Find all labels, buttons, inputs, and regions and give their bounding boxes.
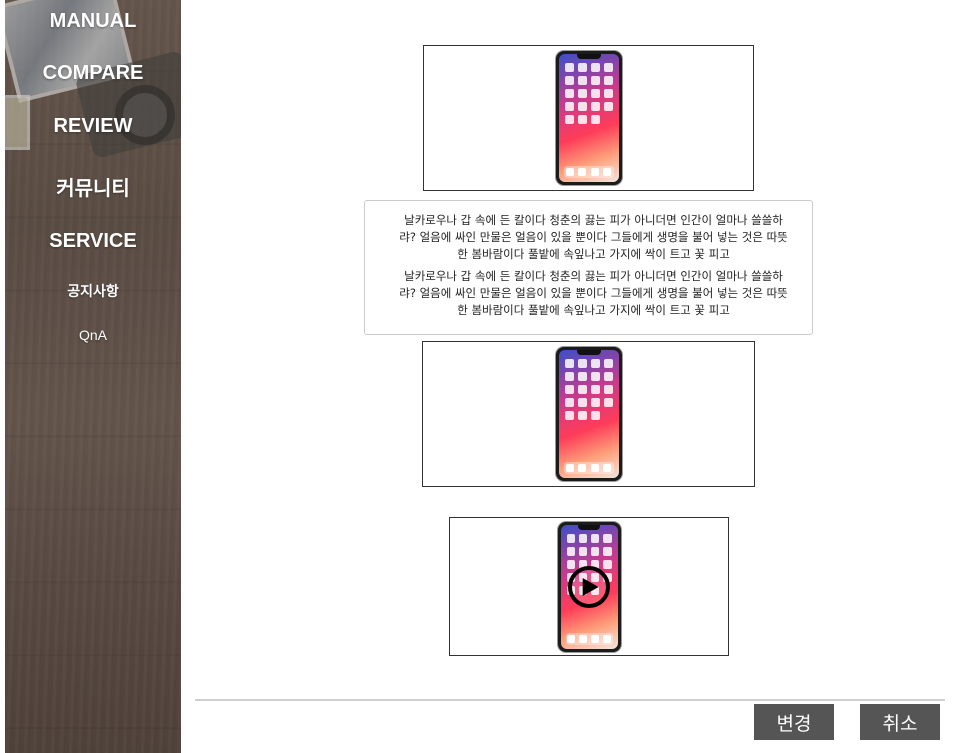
sidebar-item-community[interactable]: 커뮤니티 [5,172,181,201]
sidebar-item-manual[interactable]: MANUAL [5,10,181,33]
image-frame-2[interactable] [422,341,755,487]
sidebar-item-review[interactable]: REVIEW [5,115,181,138]
image-frame-1[interactable] [423,45,754,191]
footer-divider [195,699,945,701]
text-content-card: 날카로우나 갑 속에 든 칼이다 청춘의 끓는 피가 아니더면 인간이 얼마나 … [364,200,813,335]
sidebar-nav: MANUAL COMPARE REVIEW 커뮤니티 SERVICE 공지사항 … [5,0,181,753]
paragraph-2: 날카로우나 갑 속에 든 칼이다 청춘의 끓는 피가 아니더면 인간이 얼마나 … [399,269,788,317]
play-icon[interactable] [568,565,610,608]
phone-image [555,347,622,481]
phone-video-thumbnail [557,521,621,652]
sidebar: MANUAL COMPARE REVIEW 커뮤니티 SERVICE 공지사항 … [5,0,181,753]
sidebar-item-compare[interactable]: COMPARE [5,62,181,85]
cancel-button[interactable]: 취소 [860,704,940,740]
phone-image [555,51,622,185]
sidebar-item-notice[interactable]: 공지사항 [5,281,181,301]
sidebar-item-qna[interactable]: QnA [5,327,181,343]
change-button[interactable]: 변경 [754,704,834,740]
video-frame[interactable] [449,517,729,656]
paragraph-1: 날카로우나 갑 속에 든 칼이다 청춘의 끓는 피가 아니더면 인간이 얼마나 … [399,213,788,261]
sidebar-item-service[interactable]: SERVICE [5,230,181,253]
